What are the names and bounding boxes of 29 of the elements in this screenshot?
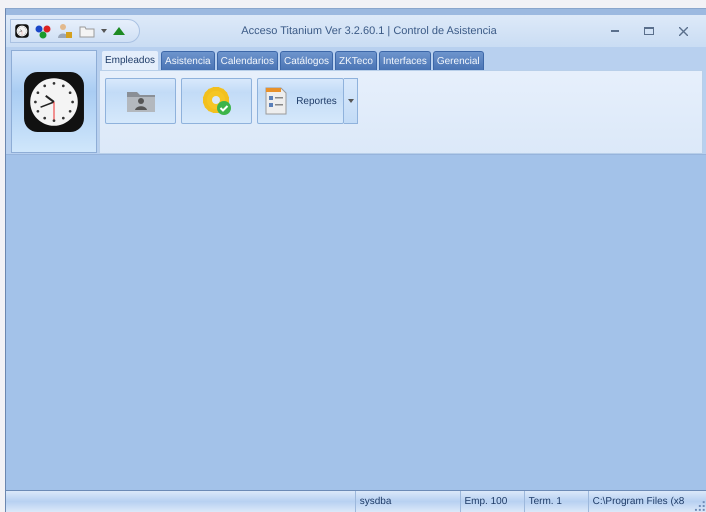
ribbon-tab[interactable]: Interfaces — [378, 51, 431, 70]
dropdown-caret-icon[interactable] — [101, 29, 107, 33]
ribbon-tab[interactable]: Catálogos — [280, 51, 334, 70]
ribbon-tab[interactable]: Empleados — [101, 50, 160, 70]
ribbon-tab[interactable]: ZKTeco — [335, 51, 377, 70]
resize-grip-icon[interactable] — [694, 500, 706, 512]
ribbon-tab[interactable]: Gerencial — [432, 51, 484, 70]
clock-icon — [15, 24, 29, 38]
reports-button[interactable]: Reportes — [257, 78, 344, 124]
caret-icon — [348, 99, 354, 103]
folders-icon[interactable] — [79, 24, 95, 38]
maximize-icon — [644, 27, 654, 35]
settings-button[interactable] — [181, 78, 252, 124]
status-field: sysdba — [354, 491, 460, 512]
application-button[interactable] — [11, 50, 97, 153]
up-arrow-icon[interactable] — [113, 27, 125, 35]
status-field: Term. 1 — [524, 491, 588, 512]
employees-button[interactable] — [105, 78, 176, 124]
user-lock-icon[interactable] — [57, 23, 73, 39]
report-icon — [264, 86, 288, 116]
ribbon-tab[interactable]: Calendarios — [216, 51, 278, 70]
window-title: Acceso Titanium Ver 3.2.60.1 | Control de Asistencia — [240, 25, 498, 37]
status-field: Emp. 100 — [460, 491, 524, 512]
clock-icon — [23, 70, 85, 132]
minimize-icon — [611, 30, 619, 32]
close-icon — [678, 26, 688, 36]
status-field: C:\Program Files (x8 — [588, 491, 692, 512]
colored-dots-icon — [35, 24, 51, 38]
ribbon-tab[interactable]: Asistencia — [161, 51, 215, 70]
